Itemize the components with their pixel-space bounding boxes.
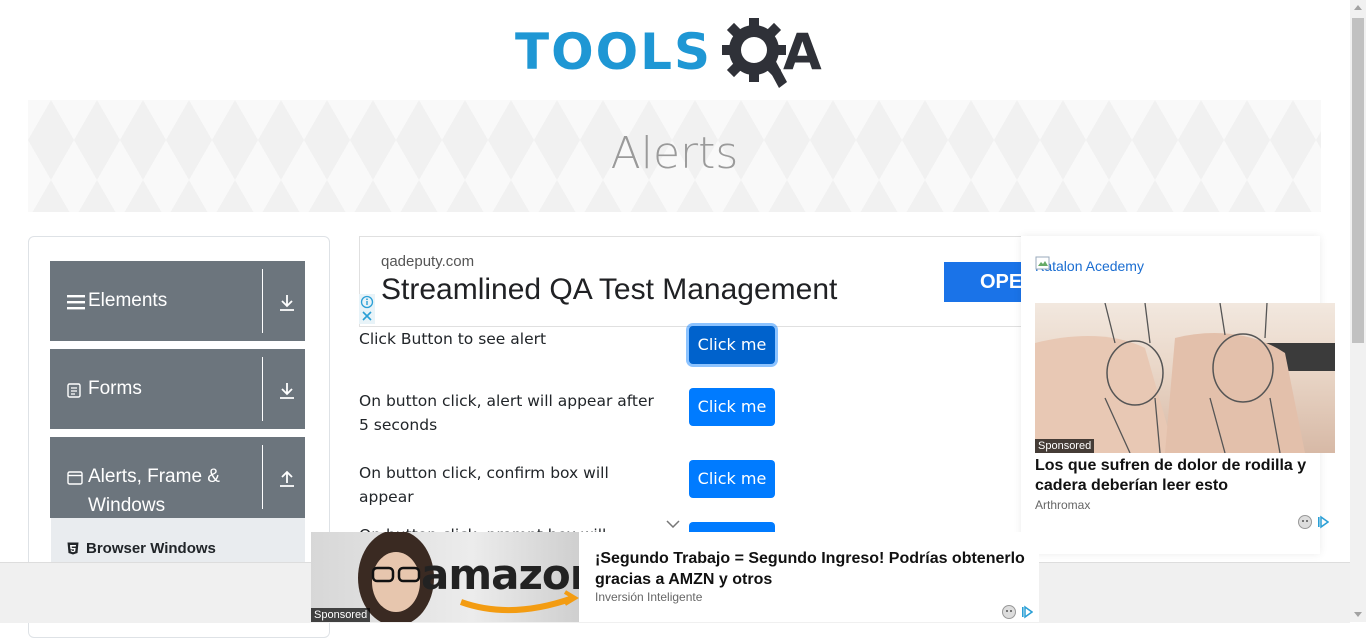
window-icon	[67, 471, 83, 485]
scroll-down-arrow-icon[interactable]	[1354, 612, 1362, 617]
hamburger-icon	[67, 295, 85, 310]
top-advertisement[interactable]: qadeputy.com Streamlined QA Test Managem…	[359, 236, 1024, 327]
broken-image-icon	[1035, 256, 1050, 270]
confirm-button[interactable]: Click me	[689, 460, 775, 498]
scroll-up-arrow-icon[interactable]	[1354, 5, 1362, 10]
upload-arrow-icon[interactable]	[278, 470, 296, 488]
logo-text-a: A	[783, 23, 822, 81]
sidebar-group-forms[interactable]: Forms	[50, 349, 305, 429]
ad-brand-image-alt[interactable]: Katalon Acedemy	[1035, 258, 1144, 274]
ad-title[interactable]: ¡Segundo Trabajo = Segundo Ingreso! Podr…	[595, 548, 1035, 590]
sponsored-badge: Sponsored	[311, 608, 371, 622]
sidebar-group-label: Alerts, Frame &	[88, 466, 220, 487]
logo-text: TOOLS	[515, 23, 712, 81]
amazon-logo-text: amazon	[421, 550, 579, 599]
right-advertisement[interactable]: Katalon Acedemy Sponsored Los que sufren…	[1021, 236, 1335, 554]
timer-alert-row-label: On button click, alert will appear after…	[359, 392, 654, 434]
timer-alert-button[interactable]: Click me	[689, 388, 775, 426]
sponsored-badge: Sponsored	[1035, 439, 1095, 453]
sidebar-group-elements[interactable]: Elements	[50, 261, 305, 341]
page-banner: Alerts	[28, 100, 1321, 212]
download-arrow-icon[interactable]	[278, 294, 296, 312]
ad-domain: qadeputy.com	[381, 253, 475, 270]
adchoices-icon[interactable]	[1001, 604, 1033, 620]
adchoices-icon[interactable]	[1297, 514, 1329, 530]
ad-photo-knees[interactable]: Sponsored	[1035, 303, 1335, 453]
html5-icon	[67, 542, 79, 555]
alert-row-label: Click Button to see alert	[359, 330, 547, 348]
download-arrow-icon[interactable]	[278, 382, 296, 400]
sidebar-group-label: Elements	[88, 290, 168, 311]
ad-title[interactable]: Los que sufren de dolor de rodilla y cad…	[1035, 456, 1315, 496]
document-icon	[67, 383, 81, 398]
toolsqa-logo[interactable]: TOOLS A	[515, 16, 840, 92]
confirm-row-label: On button click, confirm box will appear	[359, 464, 609, 506]
ad-source[interactable]: Arthromax	[1035, 498, 1090, 512]
ad-headline[interactable]: Streamlined QA Test Management	[381, 273, 837, 307]
sidebar-group-alerts-frame-windows[interactable]: Alerts, Frame & Windows	[50, 437, 305, 518]
bottom-advertisement[interactable]: amazon Sponsored ¡Segundo Trabajo = Segu…	[311, 532, 1039, 622]
divider	[262, 445, 263, 509]
divider	[262, 357, 263, 421]
alert-button[interactable]: Click me	[689, 326, 775, 364]
ad-open-button[interactable]: OPE	[944, 262, 1024, 302]
vertical-scrollbar[interactable]	[1350, 0, 1366, 622]
ad-photo-amazon[interactable]: amazon Sponsored	[311, 532, 579, 622]
page-title: Alerts	[610, 128, 739, 179]
sidebar-group-label-line2: Windows	[88, 495, 166, 516]
sidebar-item-label: Browser Windows	[86, 540, 216, 557]
chevron-down-icon[interactable]	[666, 520, 680, 528]
gear-magnifier-icon	[722, 18, 787, 88]
scrollbar-thumb[interactable]	[1352, 18, 1364, 343]
divider	[262, 269, 263, 333]
ad-source[interactable]: Inversión Inteligente	[595, 590, 702, 604]
adchoices-icon[interactable]	[359, 294, 375, 324]
sidebar-group-label: Forms	[88, 378, 142, 399]
